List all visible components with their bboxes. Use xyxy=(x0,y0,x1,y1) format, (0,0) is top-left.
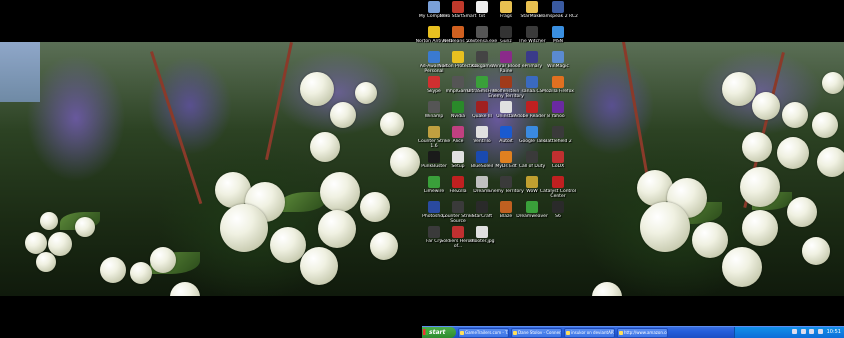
et-icon xyxy=(500,176,512,188)
gunz-icon xyxy=(500,26,512,38)
yahoo-icon xyxy=(552,101,564,113)
taskbar-task[interactable]: GameTrailers.com - T... xyxy=(458,328,509,338)
app-icon xyxy=(526,51,538,63)
firefox-icon xyxy=(552,76,564,88)
desktop-icon[interactable]: S6 xyxy=(538,201,578,231)
wallpaper-berry xyxy=(740,167,780,207)
wallpaper-berry xyxy=(787,197,817,227)
app-icon xyxy=(500,201,512,213)
witcher-icon xyxy=(526,26,538,38)
wolf-icon xyxy=(500,76,512,88)
wallpaper-berry xyxy=(640,202,690,252)
tray-clock[interactable]: 10:51 xyxy=(827,329,841,335)
taskbar-task[interactable]: http://www.amazon.co... xyxy=(617,328,668,338)
wallpaper-berry xyxy=(355,82,377,104)
wallpaper-berry xyxy=(802,237,830,265)
app-icon xyxy=(552,51,564,63)
wallpaper-berry xyxy=(130,262,152,284)
wallpaper-berry xyxy=(75,217,95,237)
wallpaper-berry xyxy=(742,132,772,162)
wallpaper-berry xyxy=(777,137,809,169)
wallpaper-berry xyxy=(812,112,838,138)
gtalk-icon xyxy=(526,126,538,138)
ati-icon xyxy=(552,176,564,188)
wallpaper-berry xyxy=(300,247,338,285)
start-label: start xyxy=(429,329,446,336)
wallpaper-berry xyxy=(822,72,844,94)
wallpaper-berry xyxy=(380,112,404,136)
wallpaper-left-monitor xyxy=(0,42,422,296)
desktop-icon-label: CoDX xyxy=(551,164,565,169)
wallpaper-berry xyxy=(330,102,356,128)
wallpaper-berry xyxy=(320,172,360,212)
tray-messenger-icon[interactable] xyxy=(817,329,823,334)
tray-volume-icon[interactable] xyxy=(800,329,806,334)
taskbar-tasks: GameTrailers.com - T... Dane Stolov - Co… xyxy=(458,328,668,338)
wallpaper-berry xyxy=(25,232,47,254)
taskbar-task[interactable]: insukor on deviantART xyxy=(564,328,615,338)
teamspeak-icon xyxy=(552,1,564,13)
desktop-icon-label: S6 xyxy=(555,214,561,219)
taskbar: start GameTrailers.com - T... Dane Stolo… xyxy=(422,326,844,338)
tray-network-icon[interactable] xyxy=(792,329,798,334)
wallpaper-berry xyxy=(150,247,176,273)
wallpaper-berry xyxy=(722,247,762,287)
wallpaper-berry xyxy=(100,257,126,283)
app-icon xyxy=(526,76,538,88)
wallpaper-berry xyxy=(48,232,72,256)
desktop-icon-label: WinMagic xyxy=(547,64,569,69)
taskbar-task[interactable]: Dane Stolov - Conner... xyxy=(511,328,562,338)
wallpaper-background xyxy=(0,42,422,296)
tray-antivirus-icon[interactable] xyxy=(809,329,815,334)
wallpaper-berry xyxy=(310,132,340,162)
s6-icon xyxy=(552,201,564,213)
app-icon xyxy=(552,151,564,163)
windows-flag-icon xyxy=(423,329,428,335)
system-tray: 10:51 xyxy=(734,327,844,338)
wallpaper-berry xyxy=(40,212,58,230)
desktop-icon[interactable]: shooter.jpg xyxy=(462,226,502,256)
msn-icon xyxy=(552,26,564,38)
wallpaper-sky xyxy=(0,42,40,102)
desktop-icon-label: Catalyst Control Center xyxy=(539,189,577,199)
winrar-icon xyxy=(500,51,512,63)
adobe-icon xyxy=(526,101,538,113)
wallpaper-berry xyxy=(692,222,728,258)
desktop-icon-label: Mozilla Firefox xyxy=(542,89,574,94)
wallpaper-berry xyxy=(370,232,398,260)
desktop-icon-label: Yahoo xyxy=(551,114,565,119)
folder-icon xyxy=(500,1,512,13)
wallpaper-berry xyxy=(318,210,356,248)
wallpaper-berry xyxy=(36,252,56,272)
wallpaper-berry xyxy=(722,72,756,106)
desktop-icon-label: MSN xyxy=(552,39,564,44)
start-button[interactable]: start xyxy=(422,327,456,338)
cod-icon xyxy=(526,151,538,163)
wallpaper-berry xyxy=(220,204,268,252)
star-icon xyxy=(526,1,538,13)
bf2-icon xyxy=(552,126,564,138)
wallpaper-berry xyxy=(752,92,780,120)
dreamweaver-icon xyxy=(526,201,538,213)
desktop-icon-label: Teamspeak 2 RC2 xyxy=(538,14,578,19)
wow-icon xyxy=(526,176,538,188)
app-icon xyxy=(500,151,512,163)
wallpaper-berry xyxy=(360,192,390,222)
wallpaper-berry xyxy=(300,72,334,106)
wallpaper-berry xyxy=(742,210,778,246)
app-icon xyxy=(500,101,512,113)
desktop-icon-label: Battlefield 2 xyxy=(544,139,572,144)
bluetooth-icon xyxy=(500,126,512,138)
desktop-icon-label: shooter.jpg xyxy=(469,239,495,244)
image-file-icon xyxy=(476,226,488,238)
wallpaper-berry xyxy=(782,102,808,128)
wallpaper-berry xyxy=(817,147,844,177)
